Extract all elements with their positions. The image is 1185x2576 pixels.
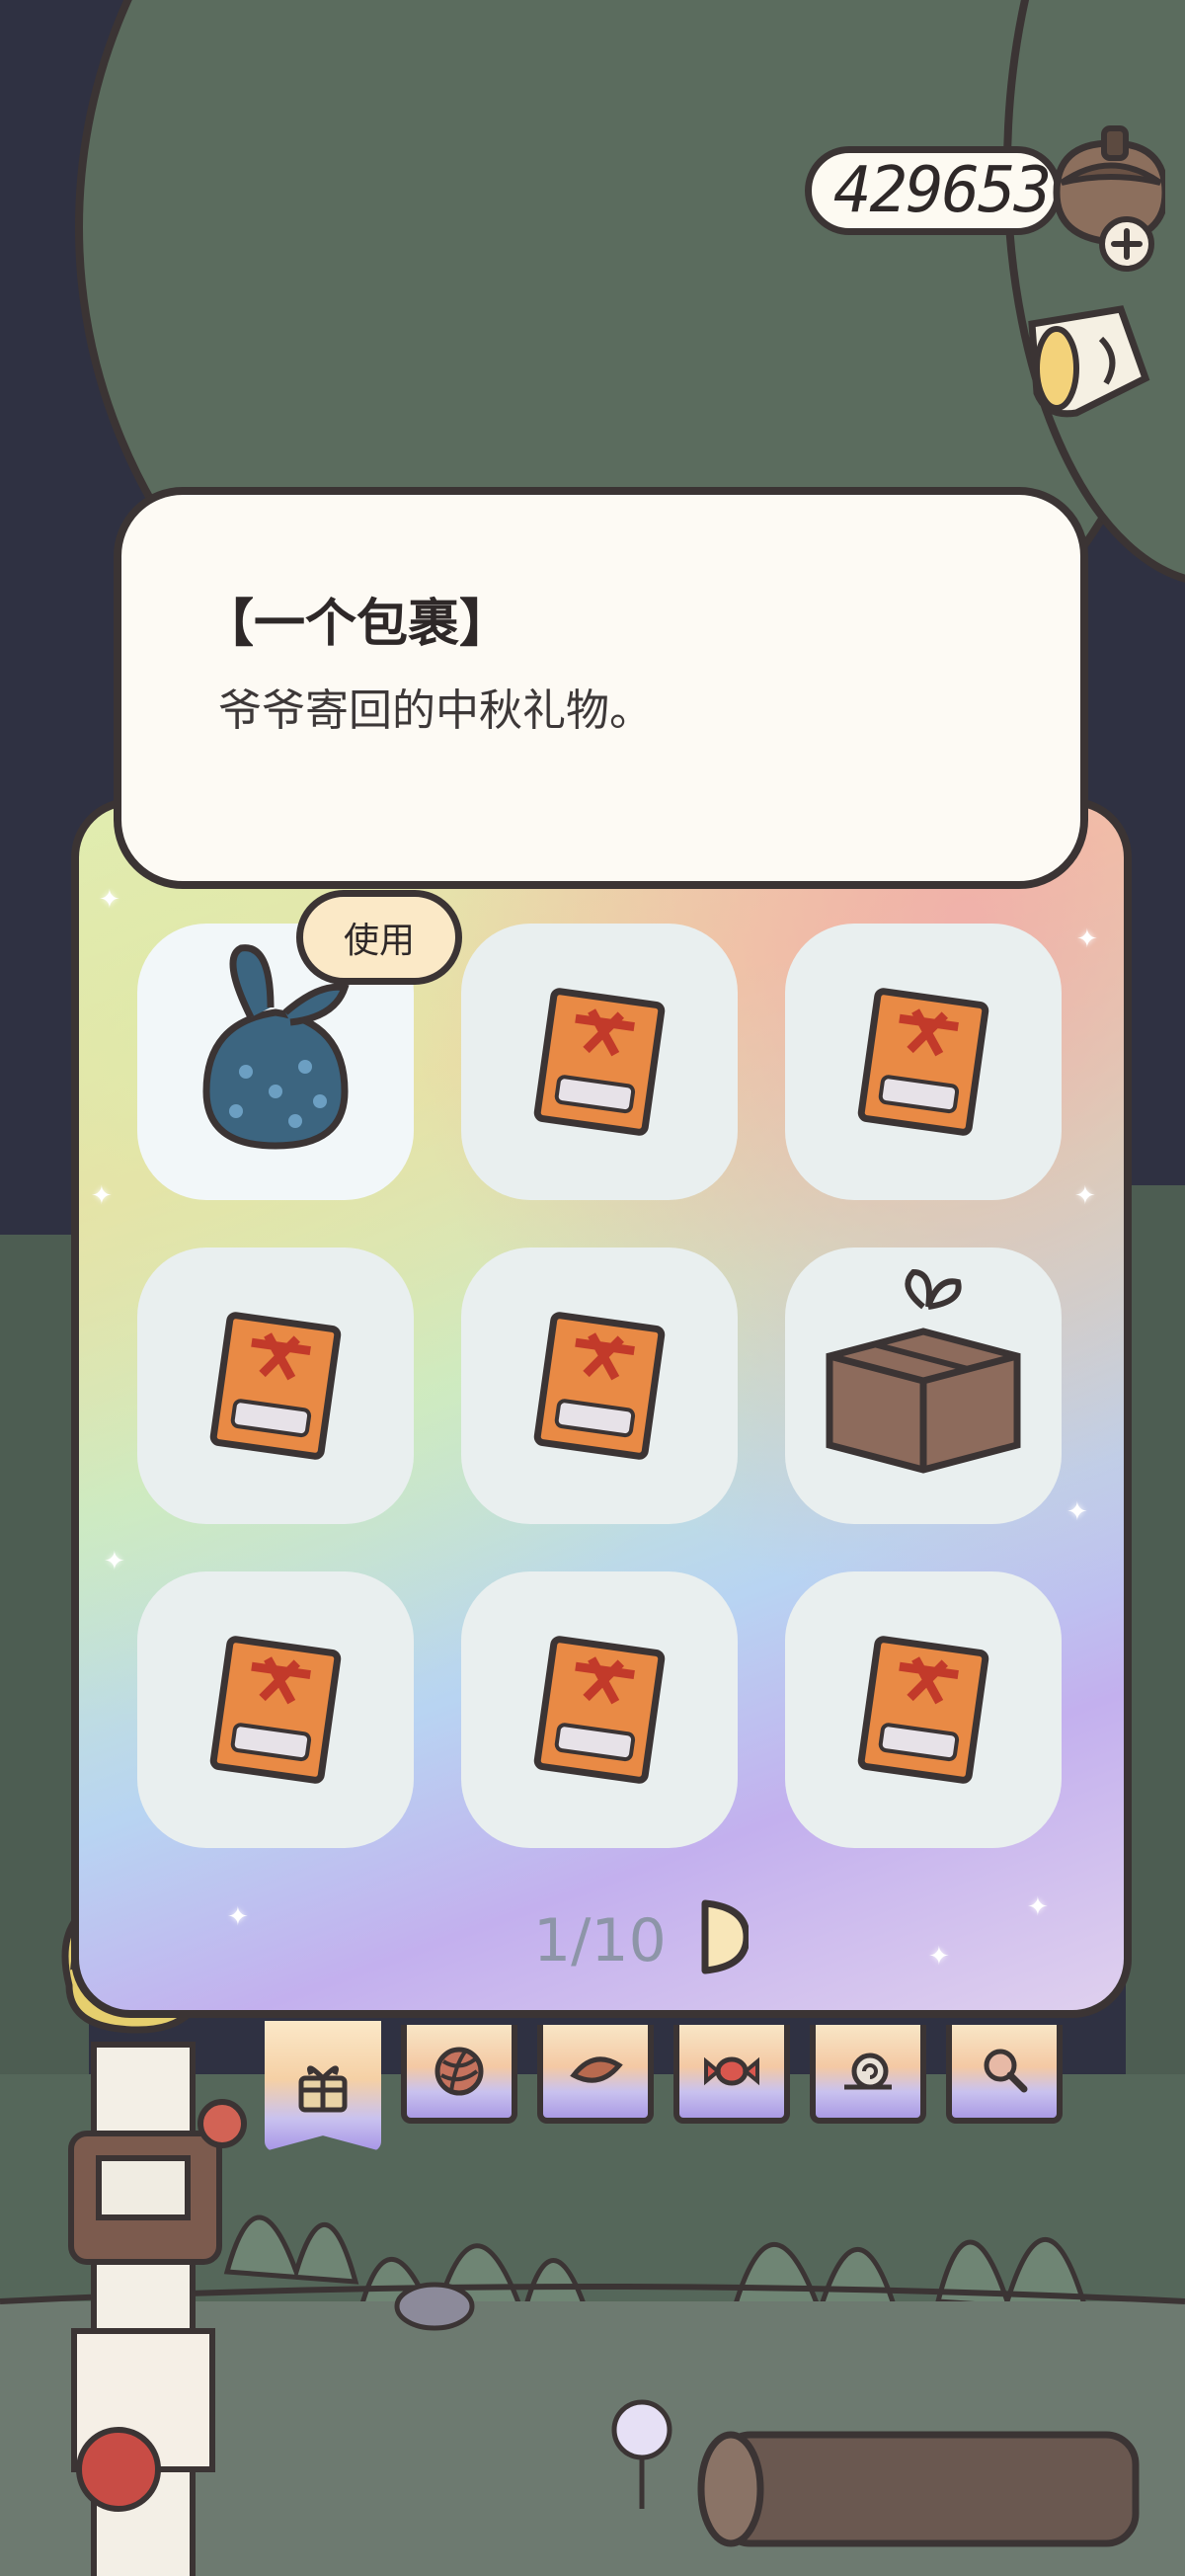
sparkle: ✦ [1074,1181,1096,1211]
leaf-icon [570,2056,623,2083]
lottery-ticket-icon [533,988,666,1136]
lottery-ticket-icon [209,1312,342,1460]
inventory-slot-9[interactable] [785,1571,1062,1848]
inventory-slot-6[interactable] [785,1248,1062,1524]
inventory-slot-2[interactable] [461,924,738,1200]
game-scene: 429653 【一个包裹】 爷爷寄回的中秋礼物。 ✦ ✦ ✦ ✦ ✦ ✦ ✦ ✦… [0,0,1185,2576]
cardboard-box-icon [826,1268,1021,1474]
tab-gifts[interactable] [265,2021,381,2151]
inventory-slot-4[interactable] [137,1248,414,1524]
tab-leaf[interactable] [537,2025,654,2124]
tab-snail[interactable] [810,2025,926,2124]
lottery-ticket-icon [533,1636,666,1784]
sparkle: ✦ [1027,1892,1049,1922]
scroll-icon[interactable] [1017,294,1155,423]
tab-search[interactable] [946,2025,1063,2124]
inventory-slot-8[interactable] [461,1571,738,1848]
currency-amount: 429653 [833,154,1052,227]
sparkle: ✦ [1066,1497,1088,1527]
lottery-ticket-icon [533,1312,666,1460]
magnifier-icon [984,2049,1028,2093]
item-description-card: 【一个包裹】 爷爷寄回的中秋礼物。 [114,487,1088,889]
candy-icon [704,2056,759,2086]
inventory-slot-3[interactable] [785,924,1062,1200]
item-description: 爷爷寄回的中秋礼物。 [218,685,653,736]
lottery-ticket-icon [857,1636,989,1784]
currency-counter: 429653 [805,146,1062,235]
snail-icon [844,2053,892,2090]
gift-icon [298,2065,348,2113]
tab-yarn[interactable] [401,2025,517,2124]
log [697,2431,1140,2547]
sparkle: ✦ [1076,925,1098,954]
page-indicator: 1/10 [533,1906,667,1975]
sparkle: ✦ [91,1181,113,1211]
item-title: 【一个包裹】 [202,595,512,654]
inventory-slot-5[interactable] [461,1248,738,1524]
inventory-slot-7[interactable] [137,1571,414,1848]
next-page-arrow-icon[interactable] [699,1897,749,1976]
plus-icon[interactable] [1098,215,1155,273]
tab-candy[interactable] [673,2025,790,2124]
lottery-ticket-icon [857,988,989,1136]
sparkle: ✦ [928,1942,950,1972]
sparkle: ✦ [99,885,120,915]
yarn-ball-icon [434,2047,484,2096]
sparkle: ✦ [104,1547,125,1576]
lottery-ticket-icon [209,1636,342,1784]
use-button[interactable]: 使用 [296,890,462,985]
sparkle: ✦ [227,1902,249,1932]
